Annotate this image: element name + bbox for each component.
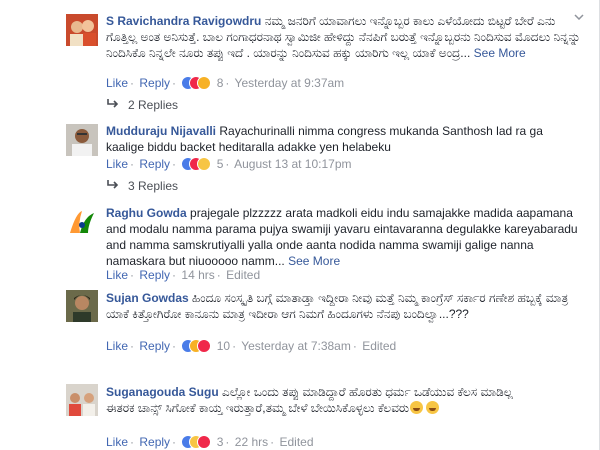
reaction-count[interactable]: 5 bbox=[217, 157, 224, 171]
comment-actions: Like · Reply · 8 · Yesterday at 9:37am bbox=[106, 76, 345, 90]
reply-button[interactable]: Reply bbox=[139, 268, 170, 282]
like-button[interactable]: Like bbox=[106, 435, 128, 449]
comment-time[interactable]: Yesterday at 9:37am bbox=[235, 76, 345, 90]
replies-link[interactable]: 3 Replies bbox=[106, 179, 178, 195]
comment-text-line2: ಈತರಕ ಚಾನ್ಸ್ ಸಿಗೋಕೆ ಕಾಯ್ತ ಇರುತ್ತಾರೆ,ತಮ್ಮ … bbox=[106, 401, 410, 415]
comment-actions: Like · Reply · 10 · Yesterday at 7:38am · Ed… bbox=[106, 339, 397, 353]
comment-actions: Like · Reply · 3 · 22 hrs · Edited bbox=[106, 435, 314, 449]
reactions-icon[interactable] bbox=[181, 157, 212, 171]
like-button[interactable]: Like bbox=[106, 268, 128, 282]
comment-author[interactable]: Mudduraju Nijavalli bbox=[106, 124, 216, 138]
reply-button[interactable]: Reply bbox=[139, 339, 170, 353]
edited-label[interactable]: Edited bbox=[279, 435, 313, 449]
like-button[interactable]: Like bbox=[106, 339, 128, 353]
tongue-emoji-icon bbox=[426, 401, 440, 414]
see-more-link[interactable]: See More bbox=[474, 46, 526, 60]
comment-actions: Like · Reply · 5 · August 13 at 10:17pm bbox=[106, 157, 352, 171]
comment-time[interactable]: Yesterday at 7:38am bbox=[241, 339, 351, 353]
avatar[interactable] bbox=[66, 384, 98, 416]
reactions-icon[interactable] bbox=[181, 339, 212, 353]
reply-button[interactable]: Reply bbox=[139, 76, 170, 90]
replies-link[interactable]: 2 Replies bbox=[106, 98, 178, 114]
comment-author[interactable]: Raghu Gowda bbox=[106, 206, 187, 220]
edited-label[interactable]: Edited bbox=[362, 339, 396, 353]
see-more-link[interactable]: See More bbox=[288, 254, 340, 268]
comment-author[interactable]: Suganagouda Sugu bbox=[106, 385, 219, 399]
reactions-icon[interactable] bbox=[181, 76, 212, 90]
comment-text-line1: ಎಲ್ಲೋ ಒಂದು ತಪ್ಪು ಮಾಡಿದ್ದಾರೆ ಹೊರತು ಧರ್ಮ ಒ… bbox=[222, 385, 513, 399]
avatar[interactable] bbox=[66, 124, 98, 156]
comment-time[interactable]: 14 hrs bbox=[181, 268, 214, 282]
reaction-count[interactable]: 10 bbox=[217, 339, 230, 353]
comment-actions: Like · Reply · 14 hrs · Edited bbox=[106, 268, 261, 282]
reply-arrow-icon bbox=[107, 99, 119, 108]
reply-button[interactable]: Reply bbox=[139, 435, 170, 449]
avatar[interactable] bbox=[66, 207, 98, 239]
avatar[interactable] bbox=[66, 290, 98, 322]
like-button[interactable]: Like bbox=[106, 157, 128, 171]
comment-time[interactable]: 22 hrs bbox=[235, 435, 268, 449]
reply-button[interactable]: Reply bbox=[139, 157, 170, 171]
laughing-emoji-icon bbox=[410, 401, 424, 414]
like-button[interactable]: Like bbox=[106, 76, 128, 90]
reply-arrow-icon bbox=[107, 180, 119, 189]
comment-time[interactable]: August 13 at 10:17pm bbox=[234, 157, 351, 171]
reaction-count[interactable]: 3 bbox=[217, 435, 224, 449]
reactions-icon[interactable] bbox=[181, 435, 212, 449]
comment-author[interactable]: S Ravichandra Ravigowdru bbox=[106, 14, 261, 28]
comment-author[interactable]: Sujan Gowdas bbox=[106, 291, 189, 305]
reaction-count[interactable]: 8 bbox=[217, 76, 224, 90]
edited-label[interactable]: Edited bbox=[226, 268, 260, 282]
avatar[interactable] bbox=[66, 14, 98, 46]
